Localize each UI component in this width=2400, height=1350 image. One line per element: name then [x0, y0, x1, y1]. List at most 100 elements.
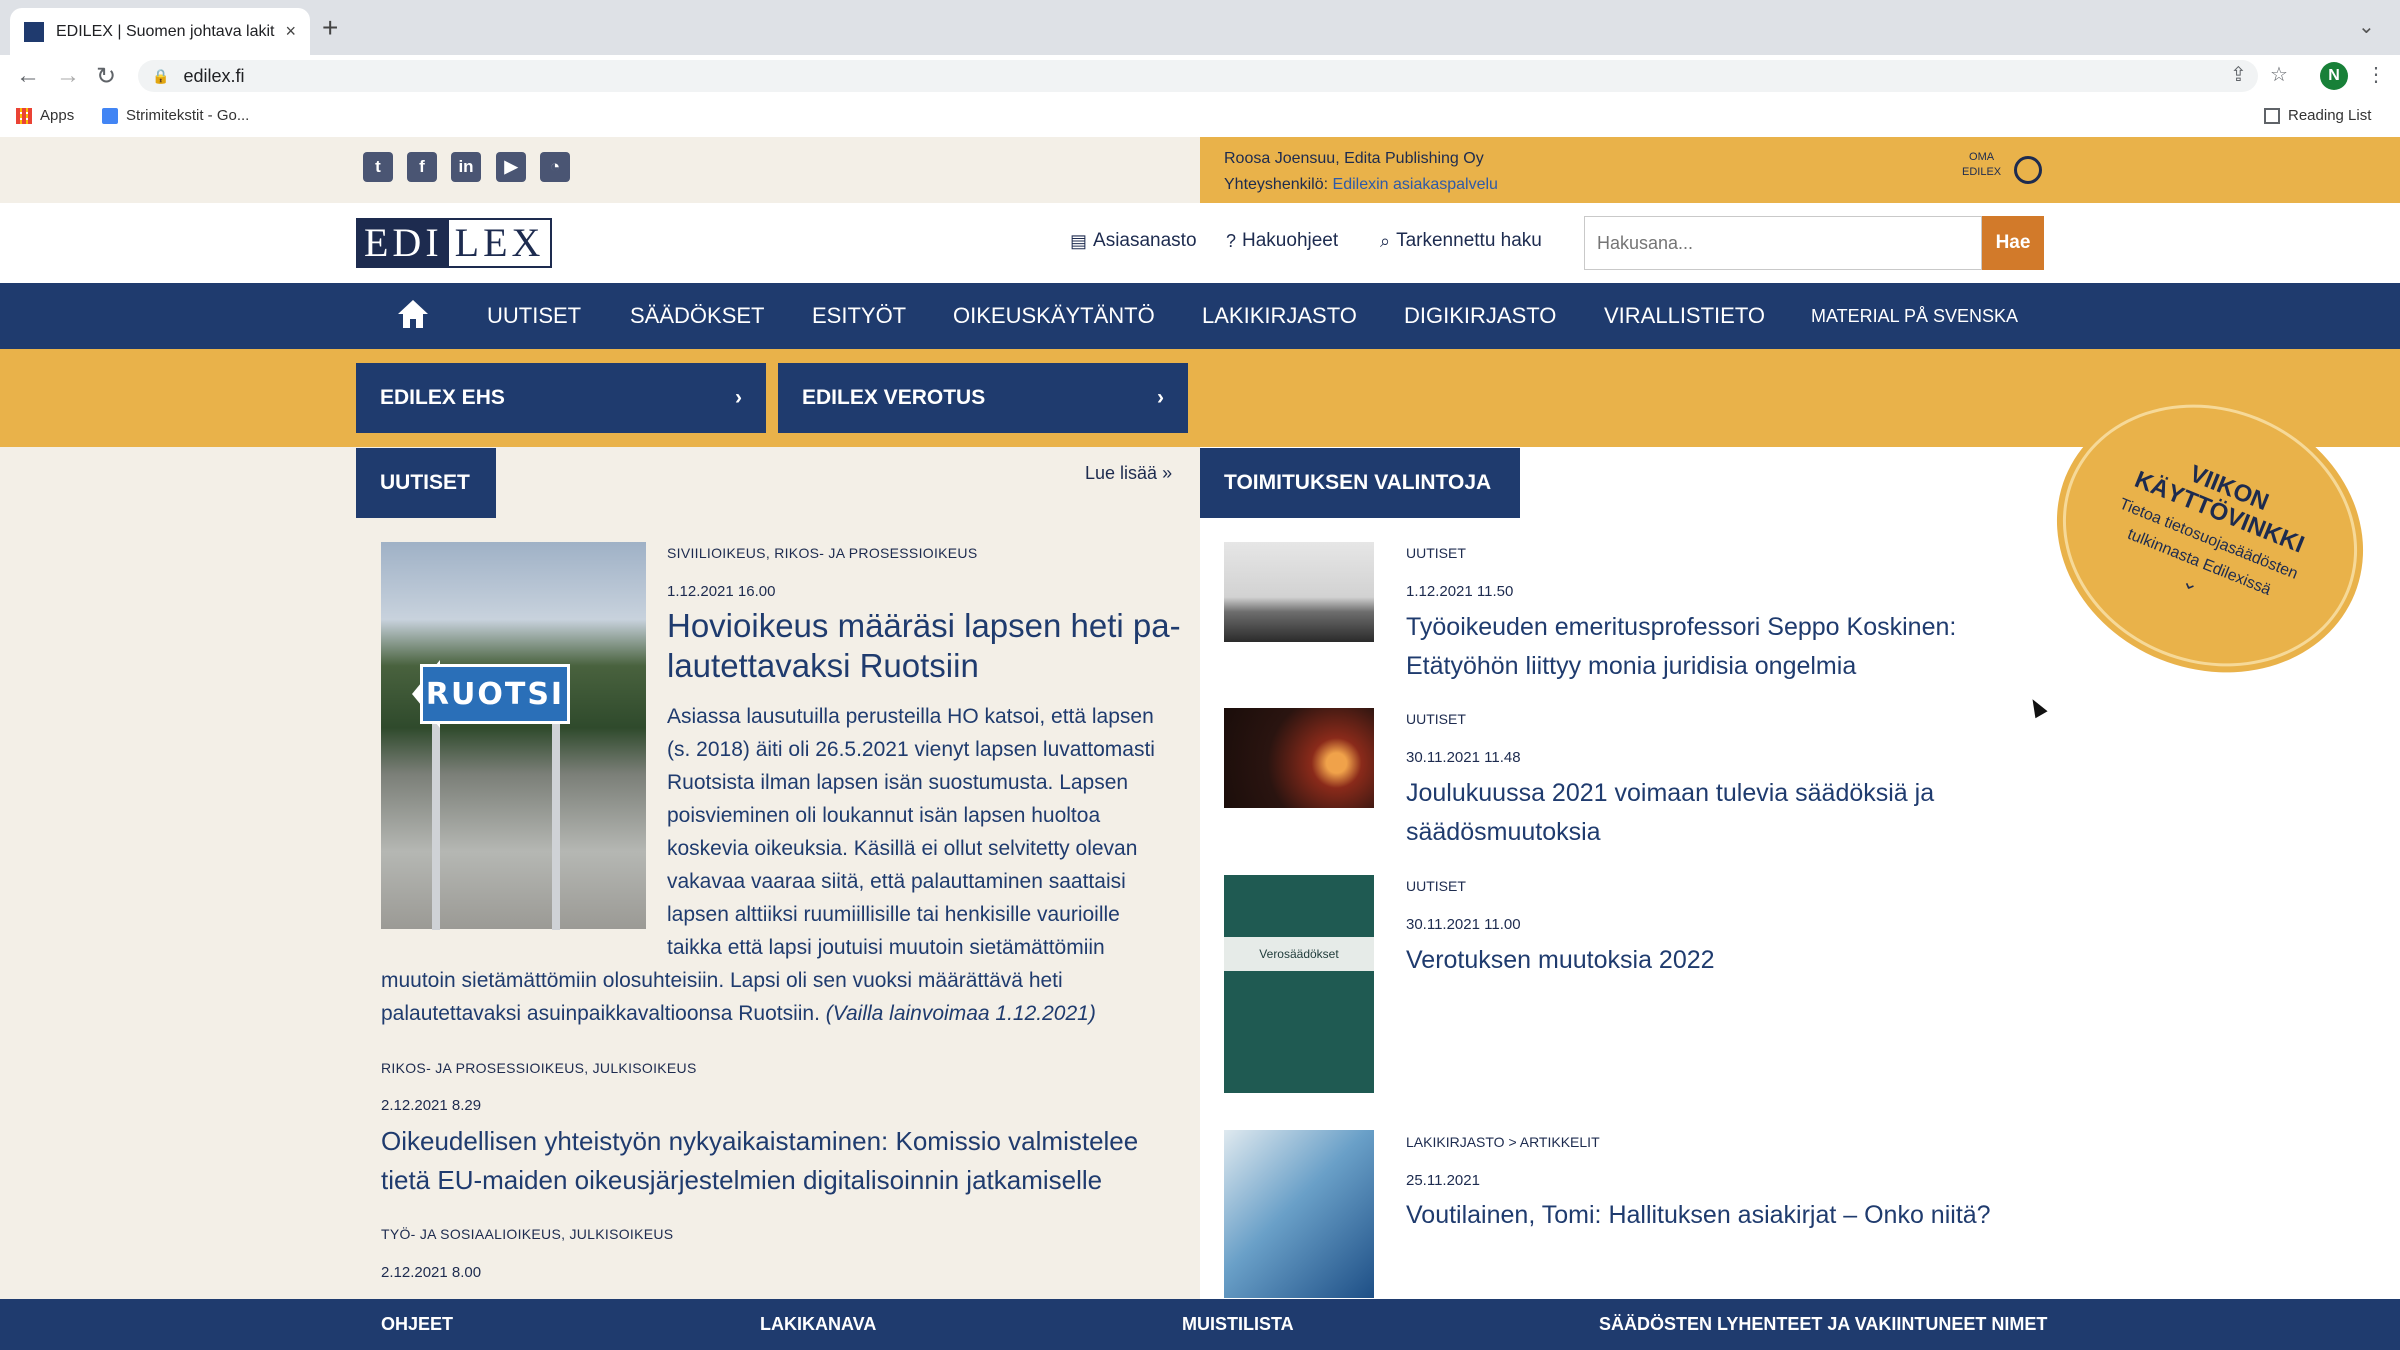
news-thumbnail[interactable] [1224, 708, 1374, 808]
item-title-line2: Etätyöhön liittyy monia juridisia ongelm… [1406, 652, 1857, 680]
item-date: 30.11.2021 11.00 [1406, 916, 1521, 933]
nav-digikirjasto[interactable]: DIGIKIRJASTO [1404, 283, 1556, 349]
user-account-icon[interactable] [2014, 156, 2042, 184]
read-more-label: Lue lisää [1085, 463, 1158, 483]
twitter-icon[interactable]: t [363, 152, 393, 182]
item-title[interactable]: Työoikeuden emeritusprofessori Seppo Kos… [1406, 608, 2056, 686]
item-category: UUTISET [1406, 711, 1466, 727]
rss-icon[interactable]: ◔ [540, 152, 570, 182]
tab-search-chevron-icon[interactable]: ⌄ [2358, 14, 2375, 39]
forward-icon[interactable]: → [56, 62, 80, 90]
logo-part2: LEX [454, 220, 545, 265]
bookmark-star-icon[interactable]: ☆ [2270, 62, 2288, 87]
advanced-search-link[interactable]: ⌕ Tarkennettu haku [1380, 230, 1542, 252]
reading-list[interactable]: Reading List [2264, 107, 2371, 124]
article-title[interactable]: Oikeudellisen yhteistyön nykyaikaistamin… [381, 1122, 1181, 1200]
address-bar[interactable]: 🔒 edilex.fi [138, 60, 2258, 92]
search-button[interactable]: Hae [1982, 216, 2044, 270]
news-thumbnail[interactable] [1224, 542, 1374, 642]
contact-link[interactable]: Edilexin asiakaspalvelu [1333, 176, 1498, 193]
nav-saadokset[interactable]: SÄÄDÖKSET [630, 283, 764, 349]
new-tab-button[interactable]: + [322, 12, 338, 44]
asiasanasto-link[interactable]: ▤ Asiasanasto [1070, 230, 1197, 252]
footer-lakikanava[interactable]: LAKIKANAVA [760, 1299, 876, 1350]
article-category[interactable]: TYÖ- JA SOSIAALIOIKEUS, JULKISOIKEUS [381, 1226, 673, 1242]
editors-heading: TOIMITUKSEN VALINTOJA [1200, 448, 1520, 518]
oma-edilex-label[interactable]: OMA EDILEX [1962, 150, 2001, 180]
bookmark-label: Strimitekstit - Go... [126, 107, 250, 124]
article-title-line2: lautettavaksi Ruotsiin [667, 647, 979, 684]
advanced-search-label: Tarkennettu haku [1396, 230, 1542, 251]
item-title[interactable]: Joulukuussa 2021 voimaan tulevia säädöks… [1406, 774, 2056, 852]
reload-icon[interactable]: ↻ [96, 62, 116, 91]
ruotsi-sign: RUOTSI [420, 664, 570, 724]
edilex-logo[interactable]: EDI LEX [356, 218, 553, 268]
article-category[interactable]: SIVIILIOIKEUS, RIKOS- JA PROSESSIOIKEUS [667, 545, 977, 561]
item-date: 25.11.2021 [1406, 1172, 1480, 1189]
item-title[interactable]: Voutilainen, Tomi: Hallituksen asiakirja… [1406, 1196, 2056, 1235]
item-category: LAKIKIRJASTO > ARTIKKELIT [1406, 1134, 1600, 1150]
article-date: 1.12.2021 16.00 [667, 583, 776, 600]
nav-esityot[interactable]: ESITYÖT [812, 283, 906, 349]
hakuohjeet-link[interactable]: ? Hakuohjeet [1226, 230, 1338, 252]
article-title-line1: Oikeudellisen yhteistyön nykyaikaistamin… [381, 1126, 1139, 1156]
tab-title: EDILEX | Suomen johtava lakit [56, 22, 275, 40]
article-body-wrap-top: Asiassa lausutuilla perusteilla HO katso… [667, 700, 1177, 964]
back-icon[interactable]: ← [16, 62, 40, 90]
chevron-right-icon: › [1157, 386, 1164, 409]
article-image[interactable] [381, 542, 646, 929]
nav-material-svenska[interactable]: MATERIAL PÅ SVENSKA [1811, 283, 2018, 349]
search-input[interactable] [1584, 216, 1982, 270]
news-heading: UUTISET [356, 448, 496, 518]
read-more-link[interactable]: Lue lisää » [1085, 463, 1172, 484]
news-thumbnail[interactable] [1224, 1130, 1374, 1298]
item-category: UUTISET [1406, 545, 1466, 561]
chevron-right-icon: › [735, 386, 742, 409]
bookmark-strimitekstit[interactable]: Strimitekstit - Go... [102, 107, 249, 124]
nav-virallistieto[interactable]: VIRALLISTIETO [1604, 283, 1765, 349]
article-title-line1: Hovioikeus määräsi lapsen heti pa- [667, 607, 1181, 644]
apps-grid-icon [16, 107, 32, 124]
search-icon: ⌕ [1380, 230, 1391, 251]
profile-avatar[interactable]: N [2320, 62, 2348, 90]
home-icon[interactable] [396, 298, 430, 330]
menu-kebab-icon[interactable]: ⋮ [2366, 62, 2386, 87]
youtube-icon[interactable]: ▶ [496, 152, 526, 182]
edilex-ehs-button[interactable]: EDILEX EHS › [356, 363, 766, 433]
footer-lyhenteet[interactable]: SÄÄDÖSTEN LYHENTEET JA VAKIINTUNEET NIME… [1599, 1299, 2047, 1350]
share-icon[interactable]: ⇪ [2230, 62, 2247, 87]
double-chevron-icon: » [1162, 463, 1173, 483]
item-date: 1.12.2021 11.50 [1406, 583, 1514, 600]
news-thumbnail[interactable]: Verosäädökset [1224, 875, 1374, 1093]
item-title-line1: Työoikeuden emeritusprofessori Seppo Kos… [1406, 613, 1957, 641]
item-title-line2: säädösmuutoksia [1406, 818, 1601, 846]
article-title[interactable]: Hovioikeus määräsi lapsen heti pa- laute… [667, 606, 1187, 686]
reading-list-label: Reading List [2288, 107, 2372, 124]
item-title[interactable]: Verotuksen muutoksia 2022 [1406, 941, 2056, 980]
article-body-wrap-bottom: muutoin sietämättömiin olosuhteisiin. La… [381, 969, 1096, 1025]
bookmark-label: Apps [40, 107, 75, 124]
bookmark-apps[interactable]: Apps [16, 107, 74, 124]
article-date: 2.12.2021 8.00 [381, 1264, 482, 1281]
thumb-label: Verosäädökset [1224, 937, 1374, 971]
social-bar [0, 137, 1200, 203]
article-category[interactable]: RIKOS- JA PROSESSIOIKEUS, JULKISOIKEUS [381, 1060, 697, 1076]
double-chevron-down-icon: ⌄ [2178, 569, 2203, 597]
docs-icon [102, 107, 118, 124]
contact-label: Yhteyshenkilö: [1224, 176, 1329, 193]
main-nav [0, 283, 2400, 349]
sign-post [432, 720, 440, 930]
footer-muistilista[interactable]: MUISTILISTA [1182, 1299, 1294, 1350]
facebook-icon[interactable]: f [407, 152, 437, 182]
oma-line1: OMA [1969, 151, 1995, 163]
nav-lakikirjasto[interactable]: LAKIKIRJASTO [1202, 283, 1357, 349]
nav-oikeuskaytanto[interactable]: OIKEUSKÄYTÄNTÖ [953, 283, 1155, 349]
verotus-label: EDILEX VEROTUS [802, 386, 986, 409]
close-tab-icon[interactable]: × [285, 21, 296, 42]
footer-ohjeet[interactable]: OHJEET [381, 1299, 453, 1350]
browser-tab[interactable]: EDILEX | Suomen johtava lakit × [10, 8, 310, 55]
edilex-verotus-button[interactable]: EDILEX VEROTUS › [778, 363, 1188, 433]
nav-uutiset[interactable]: UUTISET [487, 283, 581, 349]
browser-tab-bar [0, 0, 2400, 55]
linkedin-icon[interactable]: in [451, 152, 481, 182]
